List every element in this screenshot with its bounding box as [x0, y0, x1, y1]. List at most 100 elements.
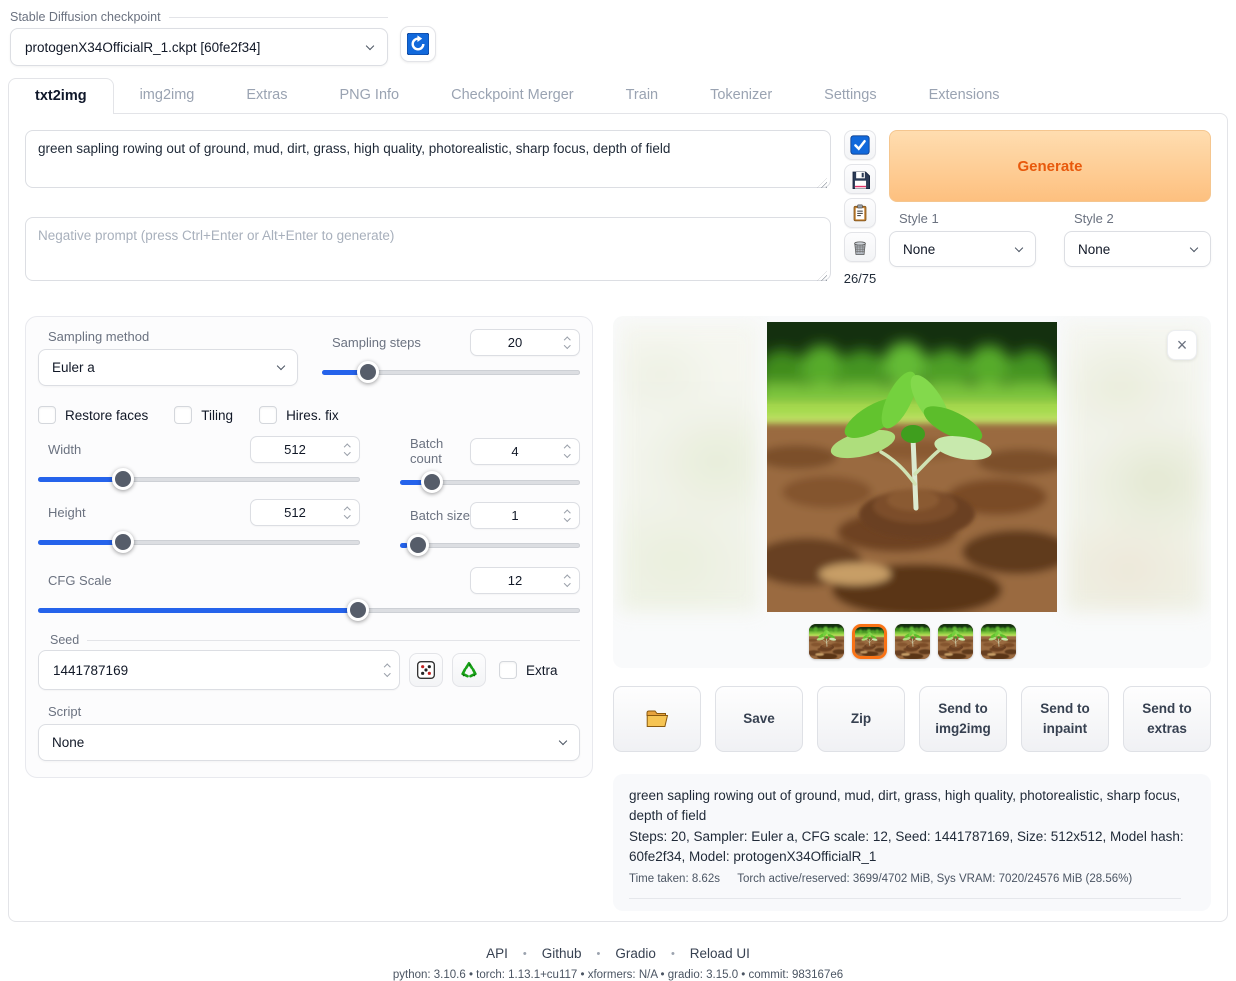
seed-input[interactable]: [53, 663, 379, 678]
send-to-img2img-button[interactable]: Send to img2img: [919, 686, 1007, 752]
clear-prompt-button[interactable]: [844, 232, 876, 262]
hires-fix-checkbox[interactable]: Hires. fix: [259, 406, 339, 424]
info-params-text: Steps: 20, Sampler: Euler a, CFG scale: …: [629, 827, 1195, 868]
open-folder-button[interactable]: [613, 686, 701, 752]
tab-settings[interactable]: Settings: [798, 78, 902, 113]
checkbox-box[interactable]: [499, 661, 517, 679]
save-style-button[interactable]: [844, 164, 876, 194]
github-link[interactable]: Github: [527, 946, 597, 961]
checkbox-box[interactable]: [174, 406, 192, 424]
send-to-inpaint-button[interactable]: Send to inpaint: [1021, 686, 1109, 752]
dice-icon: [416, 660, 436, 680]
stepper-arrows[interactable]: [559, 338, 579, 348]
save-button[interactable]: Save: [715, 686, 803, 752]
batch-size-input[interactable]: [471, 508, 559, 523]
width-field: [250, 436, 360, 463]
tab-extras[interactable]: Extras: [220, 78, 313, 113]
reload-ui-link[interactable]: Reload UI: [675, 946, 765, 961]
memory-text: Torch active/reserved: 3699/4702 MiB, Sy…: [737, 873, 1132, 885]
tab-png-info[interactable]: PNG Info: [313, 78, 425, 113]
slider-handle[interactable]: [407, 534, 429, 556]
checkpoint-label: Stable Diffusion checkpoint: [10, 10, 161, 24]
width-input[interactable]: [251, 442, 339, 457]
reuse-seed-button[interactable]: [452, 653, 486, 687]
stepper-arrows[interactable]: [379, 665, 399, 675]
version-info: python: 3.10.6 • torch: 1.13.1+cu117 • x…: [0, 969, 1236, 981]
tab-txt2img[interactable]: txt2img: [8, 78, 114, 113]
checkpoint-dropdown[interactable]: protogenX34OfficialR_1.ckpt [60fe2f34]: [10, 28, 388, 66]
generated-image[interactable]: [767, 322, 1057, 612]
cfg-scale-slider[interactable]: [38, 599, 580, 621]
zip-button[interactable]: Zip: [817, 686, 905, 752]
thumbnail-1[interactable]: [809, 624, 844, 659]
thumbnail-5[interactable]: [981, 624, 1016, 659]
prompt-input[interactable]: green sapling rowing out of ground, mud,…: [25, 130, 831, 188]
tiling-checkbox[interactable]: Tiling: [174, 406, 233, 424]
stepper-arrows[interactable]: [559, 446, 579, 456]
gradio-link[interactable]: Gradio: [600, 946, 671, 961]
recycle-icon: [459, 660, 479, 680]
refresh-checkpoint-button[interactable]: [400, 26, 436, 62]
thumbnail-2-selected[interactable]: [852, 624, 887, 659]
slider-handle[interactable]: [357, 361, 379, 383]
checkbox-box[interactable]: [259, 406, 277, 424]
slider-handle[interactable]: [421, 471, 443, 493]
tab-extensions[interactable]: Extensions: [903, 78, 1026, 113]
batch-count-slider[interactable]: [400, 471, 580, 493]
style2-label: Style 2: [1074, 211, 1211, 226]
batch-size-slider[interactable]: [400, 534, 580, 556]
tab-tokenizer[interactable]: Tokenizer: [684, 78, 798, 113]
script-label: Script: [48, 704, 580, 719]
checkpoint-block: Stable Diffusion checkpoint protogenX34O…: [10, 10, 388, 66]
tab-train[interactable]: Train: [600, 78, 685, 113]
generation-settings-panel: Sampling method Euler a Sampling steps: [25, 316, 593, 778]
sampling-steps-input[interactable]: [471, 335, 559, 350]
slider-handle[interactable]: [347, 599, 369, 621]
stepper-arrows[interactable]: [339, 445, 359, 455]
negative-prompt-input[interactable]: [25, 217, 831, 281]
script-dropdown[interactable]: None: [38, 724, 580, 761]
sampling-steps-field: [470, 329, 580, 356]
cfg-scale-input[interactable]: [471, 573, 559, 588]
restore-faces-checkbox[interactable]: Restore faces: [38, 406, 148, 424]
checkbox-box[interactable]: [38, 406, 56, 424]
extra-seed-checkbox[interactable]: Extra: [499, 661, 558, 679]
legend-line: [169, 17, 388, 18]
checkpoint-bar: Stable Diffusion checkpoint protogenX34O…: [0, 0, 1236, 64]
stepper-arrows[interactable]: [559, 576, 579, 586]
generate-column: Generate Style 1 None Style 2 None: [889, 130, 1211, 286]
random-seed-button[interactable]: [409, 653, 443, 687]
stepper-arrows[interactable]: [339, 508, 359, 518]
tab-img2img[interactable]: img2img: [114, 78, 221, 113]
chevron-down-icon: [1190, 243, 1198, 251]
generate-button[interactable]: Generate: [889, 130, 1211, 202]
slider-handle[interactable]: [112, 468, 134, 490]
batch-size-label: Batch size: [410, 508, 470, 523]
clipboard-icon: [851, 204, 869, 222]
tab-checkpoint-merger[interactable]: Checkpoint Merger: [425, 78, 600, 113]
paste-params-button[interactable]: [844, 130, 876, 160]
thumbnail-4[interactable]: [938, 624, 973, 659]
token-counter: 26/75: [844, 271, 877, 286]
apply-style-button[interactable]: [844, 198, 876, 228]
height-slider[interactable]: [38, 531, 360, 553]
width-slider[interactable]: [38, 468, 360, 490]
slider-handle[interactable]: [112, 531, 134, 553]
sampling-steps-slider[interactable]: [322, 361, 580, 383]
style1-dropdown[interactable]: None: [889, 231, 1036, 267]
close-gallery-button[interactable]: ×: [1167, 330, 1197, 360]
batch-count-input[interactable]: [471, 444, 559, 459]
style2-dropdown[interactable]: None: [1064, 231, 1211, 267]
sampling-method-dropdown[interactable]: Euler a: [38, 349, 298, 386]
api-link[interactable]: API: [471, 946, 523, 961]
sampling-steps-label: Sampling steps: [332, 335, 421, 350]
stepper-arrows[interactable]: [559, 511, 579, 521]
floppy-disk-icon: [851, 170, 870, 189]
height-input[interactable]: [251, 505, 339, 520]
chevron-down-icon: [1015, 243, 1023, 251]
extra-seed-label: Extra: [526, 663, 558, 678]
thumbnail-3[interactable]: [895, 624, 930, 659]
blue-check-icon: [850, 135, 870, 155]
footer: API • Github • Gradio • Reload UI python…: [0, 946, 1236, 981]
send-to-extras-button[interactable]: Send to extras: [1123, 686, 1211, 752]
